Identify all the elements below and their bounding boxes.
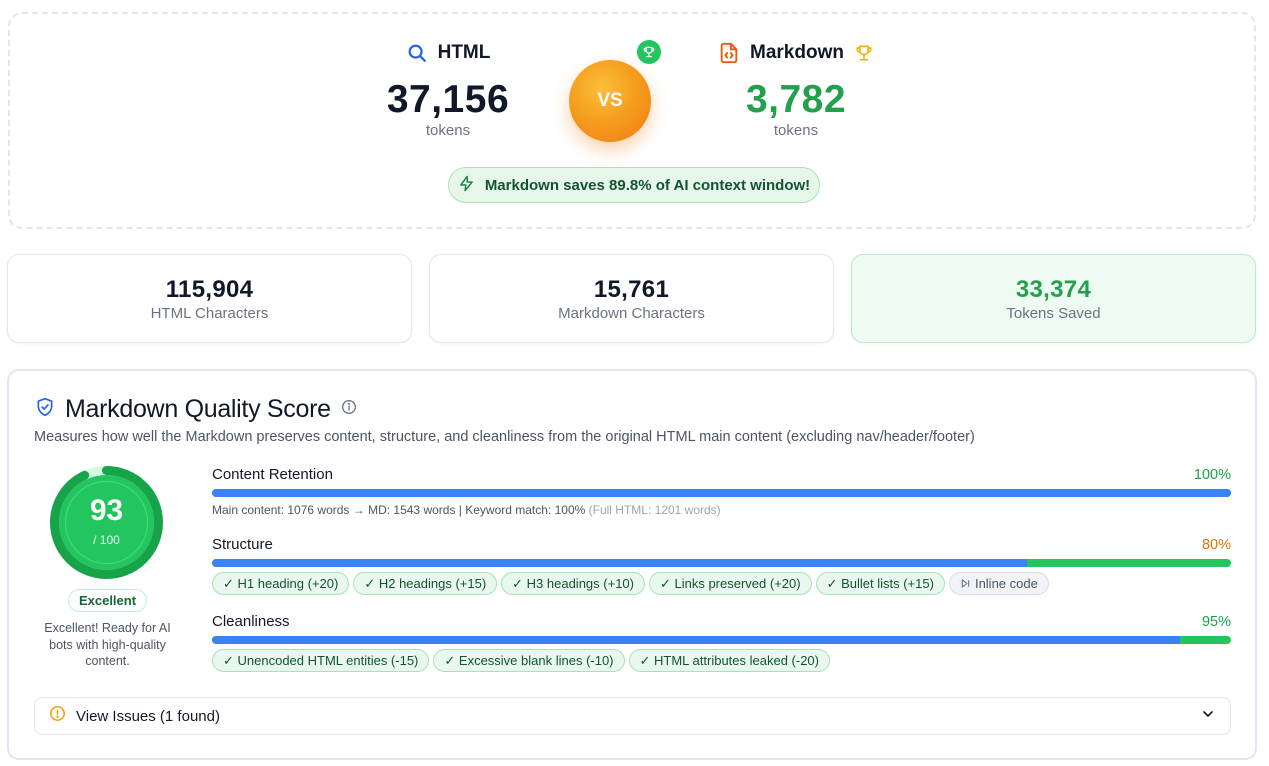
score-max: / 100	[93, 533, 120, 547]
metric-name: Cleanliness	[212, 613, 290, 630]
stat-value: 115,904	[165, 276, 254, 303]
tag-bullet-lists: ✓ Bullet lists (+15)	[815, 572, 945, 595]
info-icon[interactable]	[341, 399, 357, 420]
html-token-unit: tokens	[425, 122, 471, 139]
metric-name: Structure	[212, 536, 273, 553]
markdown-token-unit: tokens	[773, 122, 819, 139]
code-file-icon	[718, 42, 740, 64]
markdown-token-count: 3,782	[745, 78, 847, 121]
metric-percent: 100%	[1193, 467, 1231, 483]
tokens-saved-card: 33,374 Tokens Saved	[851, 254, 1256, 343]
structure-tags: ✓ H1 heading (+20) ✓ H2 headings (+15) ✓…	[212, 572, 1231, 595]
lightning-icon	[458, 175, 475, 196]
chevron-down-icon[interactable]	[1200, 706, 1216, 727]
html-token-count: 37,156	[386, 78, 510, 121]
alert-circle-icon	[49, 705, 66, 727]
quality-description: Measures how well the Markdown preserves…	[34, 429, 975, 445]
tag-html-attributes: ✓ HTML attributes leaked (-20)	[628, 649, 830, 672]
tag-h3-headings: ✓ H3 headings (+10)	[501, 572, 645, 595]
metric-structure: Structure 80% ✓ H1 heading (+20) ✓ H2 he…	[212, 536, 1231, 595]
markdown-token-panel: Markdown 3,782 tokens	[676, 40, 916, 139]
metric-name: Content Retention	[212, 466, 333, 483]
tag-h1-heading: ✓ H1 heading (+20)	[212, 572, 350, 595]
quality-score-card: Markdown Quality Score Measures how well…	[7, 369, 1257, 760]
stat-value: 15,761	[593, 276, 670, 303]
score-gauge: 93 / 100	[48, 464, 165, 581]
content-detail-text: Main content: 1076 words → MD: 1543 word…	[212, 503, 586, 517]
html-characters-card: 115,904 HTML Characters	[7, 254, 412, 343]
html-token-panel: HTML 37,156 tokens	[328, 40, 568, 139]
tag-unencoded-entities: ✓ Unencoded HTML entities (-15)	[212, 649, 430, 672]
view-issues-label: View Issues (1 found)	[76, 707, 220, 725]
quality-heading: Markdown Quality Score	[35, 395, 357, 424]
metric-bar	[212, 489, 1231, 497]
token-comparison-card: HTML 37,156 tokens VS Markdown 3,782 tok…	[8, 12, 1256, 229]
vs-badge: VS	[569, 60, 651, 142]
search-icon	[406, 42, 428, 64]
metric-bar-fill	[212, 559, 1028, 567]
shield-check-icon	[35, 397, 55, 422]
metric-bar	[212, 559, 1231, 567]
tag-h2-headings: ✓ H2 headings (+15)	[353, 572, 498, 595]
stat-value: 33,374	[1015, 276, 1092, 303]
metric-cleanliness: Cleanliness 95% ✓ Unencoded HTML entitie…	[212, 613, 1231, 672]
grade-badge: Excellent	[68, 589, 147, 612]
stat-label: Markdown Characters	[558, 305, 705, 322]
savings-text: Markdown saves 89.8% of AI context windo…	[484, 176, 811, 194]
tag-inline-code: Inline code	[948, 572, 1049, 595]
content-detail-muted: (Full HTML: 1201 words)	[588, 503, 721, 517]
markdown-label: Markdown	[750, 42, 844, 63]
metric-bar-fill	[212, 636, 1181, 644]
html-label: HTML	[437, 42, 491, 63]
markdown-characters-card: 15,761 Markdown Characters	[429, 254, 834, 343]
tag-blank-lines: ✓ Excessive blank lines (-10)	[433, 649, 625, 672]
score-value: 93	[89, 494, 124, 527]
skip-icon	[960, 576, 975, 591]
stat-label: Tokens Saved	[1006, 305, 1101, 322]
winner-trophy-icon	[637, 40, 661, 64]
tag-links-preserved: ✓ Links preserved (+20)	[648, 572, 812, 595]
grade-description: Excellent! Ready for AI bots with high-q…	[44, 621, 171, 668]
metric-percent: 95%	[1201, 614, 1231, 630]
cleanliness-tags: ✓ Unencoded HTML entities (-15) ✓ Excess…	[212, 649, 1231, 672]
metric-percent: 80%	[1201, 537, 1231, 553]
view-issues-toggle[interactable]: View Issues (1 found)	[34, 697, 1231, 735]
metric-bar	[212, 636, 1231, 644]
stat-label: HTML Characters	[150, 305, 269, 322]
metric-bar-fill	[212, 489, 1231, 497]
metric-detail: Main content: 1076 words → MD: 1543 word…	[212, 503, 1231, 517]
trophy-icon	[854, 43, 874, 63]
metric-content-retention: Content Retention 100% Main content: 107…	[212, 466, 1231, 517]
inline-code-label: Inline code	[974, 576, 1038, 591]
quality-title: Markdown Quality Score	[65, 395, 331, 423]
savings-banner: Markdown saves 89.8% of AI context windo…	[448, 167, 820, 203]
